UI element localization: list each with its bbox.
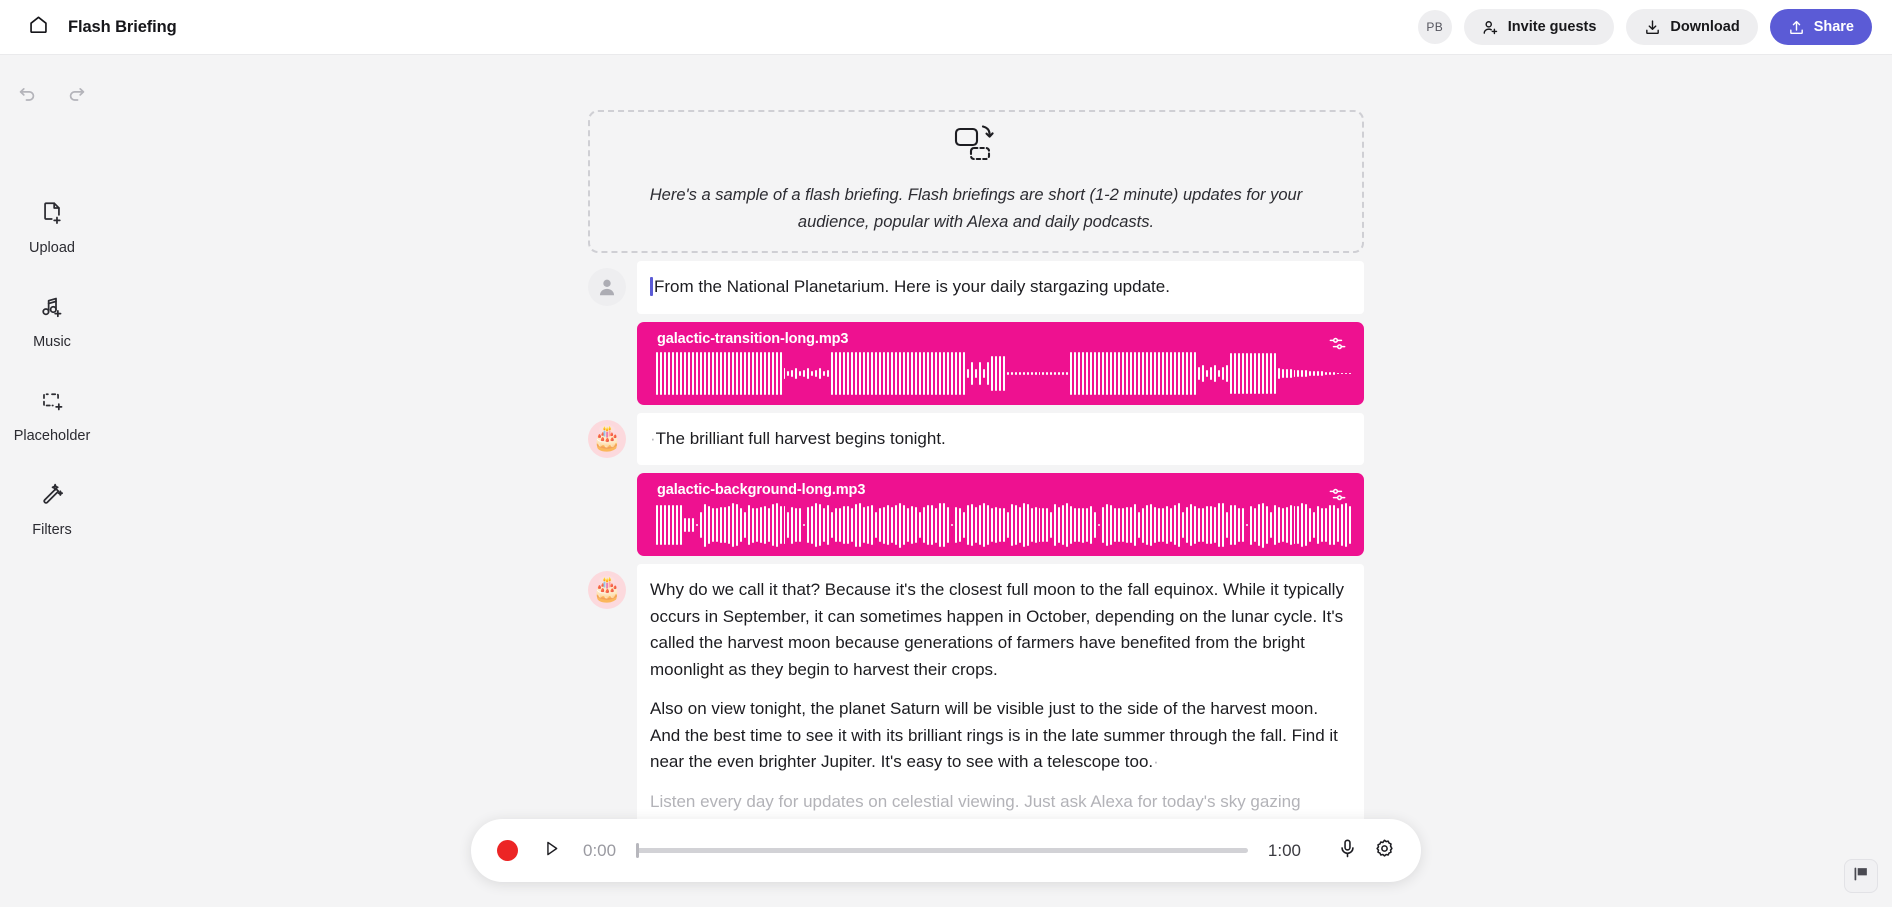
history-controls — [14, 82, 90, 108]
seek-handle[interactable] — [636, 843, 640, 858]
duplicate-arrow-icon — [953, 123, 999, 166]
undo-button[interactable] — [14, 82, 40, 108]
redo-icon — [66, 82, 88, 109]
music-note-plus-icon — [39, 294, 65, 325]
transcript-row-1: From the National Planetarium. Here is y… — [588, 261, 1364, 314]
sidebar-item-placeholder-label: Placeholder — [13, 428, 91, 444]
transcript-paragraph-1: Why do we call it that? Because it's the… — [650, 580, 1344, 679]
sidebar-item-music-label: Music — [33, 334, 71, 350]
sidebar-item-filters[interactable]: Filters — [0, 482, 104, 538]
audio-player-bar: 0:00 1:00 — [471, 819, 1421, 882]
download-icon — [1644, 19, 1661, 36]
undo-icon — [16, 82, 38, 109]
invite-guests-label: Invite guests — [1507, 19, 1597, 35]
sidebar-item-upload-label: Upload — [29, 240, 75, 256]
share-button[interactable]: Share — [1769, 9, 1872, 45]
transcript-row-3: 🎂 Why do we call it that? Because it's t… — [588, 564, 1364, 855]
magic-wand-icon — [39, 482, 65, 513]
sidebar-item-upload[interactable]: Upload — [0, 200, 104, 256]
person-plus-icon — [1482, 19, 1499, 36]
microphone-button[interactable] — [1337, 838, 1358, 864]
redo-button[interactable] — [64, 82, 90, 108]
download-label: Download — [1670, 19, 1740, 35]
page-title: Flash Briefing — [68, 17, 177, 36]
birthday-cake-emoji-avatar[interactable]: 🎂 — [588, 571, 626, 610]
share-upload-icon — [1788, 19, 1805, 36]
inline-marker-dot: · — [1153, 752, 1159, 772]
transcript-row-2: 🎂 ·The brilliant full harvest begins ton… — [588, 412, 1364, 466]
transcript-text-3[interactable]: Why do we call it that? Because it's the… — [637, 564, 1364, 855]
transcript-document: Here's a sample of a flash briefing. Fla… — [588, 110, 1364, 855]
home-icon — [28, 14, 49, 40]
sample-placeholder-card[interactable]: Here's a sample of a flash briefing. Fla… — [588, 110, 1364, 253]
dashed-box-plus-icon — [39, 388, 65, 419]
editor-canvas: Here's a sample of a flash briefing. Fla… — [104, 55, 1892, 907]
flag-icon — [1852, 865, 1870, 888]
tool-list: Upload Music Placeholder Filters — [0, 200, 104, 538]
transcript-paragraph-2: Also on view tonight, the planet Saturn … — [650, 699, 1338, 772]
audio-track-1-filename: galactic-transition-long.mp3 — [657, 330, 849, 347]
transcript-row-1-text: From the National Planetarium. Here is y… — [654, 277, 1170, 296]
audio-track-2-filename: galactic-background-long.mp3 — [657, 482, 866, 499]
player-settings-button[interactable] — [1374, 838, 1395, 864]
feedback-button[interactable] — [1844, 859, 1878, 893]
home-button[interactable] — [22, 11, 54, 43]
audio-track-2-waveform — [656, 502, 1352, 548]
audio-track-1-waveform — [656, 351, 1352, 397]
person-avatar[interactable] — [588, 268, 626, 306]
total-time: 1:00 — [1267, 840, 1301, 860]
play-icon — [542, 839, 561, 863]
current-time: 0:00 — [583, 840, 617, 860]
gear-icon — [1374, 838, 1395, 864]
play-button[interactable] — [542, 839, 561, 863]
invite-guests-button[interactable]: Invite guests — [1463, 9, 1615, 45]
audio-track-2[interactable]: galactic-background-long.mp3 — [637, 473, 1364, 557]
transcript-row-2-text: The brilliant full harvest begins tonigh… — [655, 428, 946, 448]
birthday-cake-emoji-avatar[interactable]: 🎂 — [588, 419, 626, 458]
sidebar-item-filters-label: Filters — [32, 522, 72, 538]
seek-track — [636, 848, 1248, 853]
text-cursor — [650, 277, 653, 296]
seek-slider[interactable] — [636, 842, 1248, 860]
sidebar-item-music[interactable]: Music — [0, 294, 104, 350]
download-button[interactable]: Download — [1626, 9, 1758, 45]
file-plus-icon — [39, 200, 65, 231]
user-avatar[interactable]: PB — [1417, 10, 1452, 44]
top-header: Flash Briefing PB Invite guests Download… — [0, 0, 1892, 55]
transcript-text-1[interactable]: From the National Planetarium. Here is y… — [637, 261, 1364, 314]
app-root: Flash Briefing PB Invite guests Download… — [0, 0, 1892, 907]
left-sidebar: Upload Music Placeholder Filters — [0, 55, 104, 907]
sample-placeholder-text: Here's a sample of a flash briefing. Fla… — [649, 186, 1303, 231]
sidebar-item-placeholder[interactable]: Placeholder — [0, 388, 104, 444]
share-label: Share — [1813, 19, 1854, 35]
header-actions: PB Invite guests Download Share — [1417, 9, 1872, 45]
audio-track-1[interactable]: galactic-transition-long.mp3 — [637, 321, 1364, 405]
microphone-icon — [1337, 838, 1358, 864]
transcript-text-2[interactable]: ·The brilliant full harvest begins tonig… — [637, 412, 1364, 466]
record-button[interactable] — [497, 840, 518, 861]
